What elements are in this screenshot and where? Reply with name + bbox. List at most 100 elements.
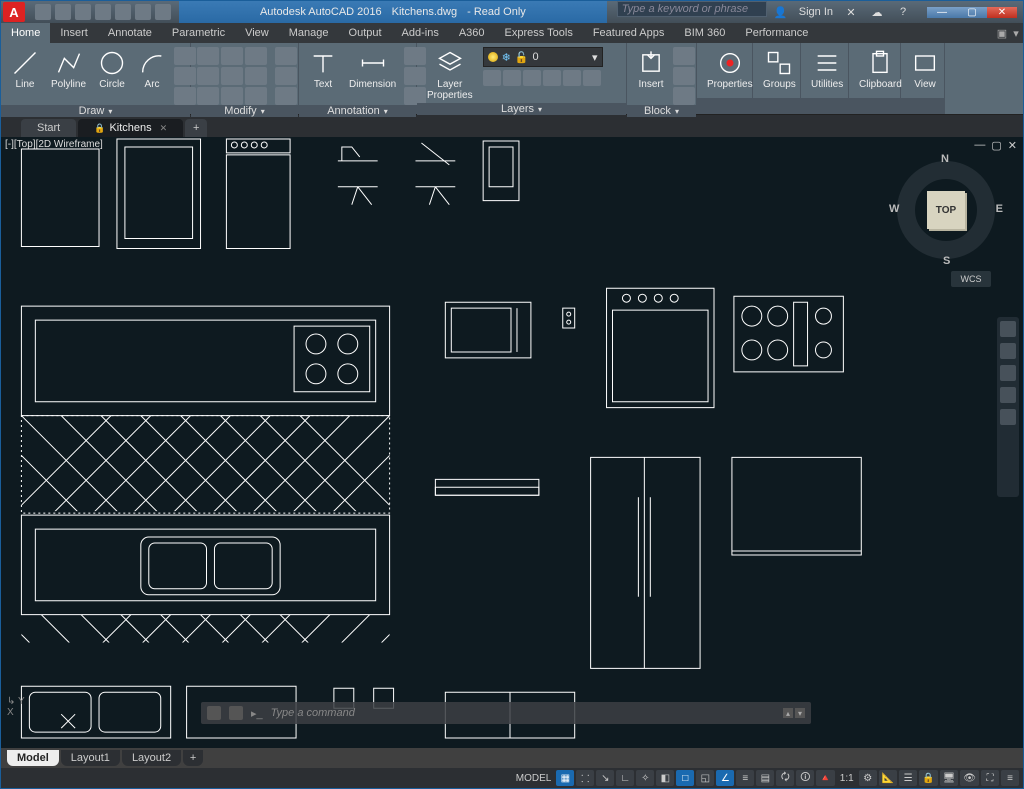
trim-icon[interactable] xyxy=(245,47,267,65)
array-icon[interactable] xyxy=(245,87,267,105)
layer-tool-6[interactable] xyxy=(583,70,601,86)
create-block-icon[interactable] xyxy=(673,47,695,65)
status-hardware-icon[interactable]: 🖥 xyxy=(940,770,959,786)
status-units-icon[interactable]: 📐 xyxy=(879,770,897,786)
layout-model[interactable]: Model xyxy=(7,750,59,766)
status-model[interactable]: MODEL xyxy=(513,770,555,786)
ucs-icon[interactable]: ↳ YX xyxy=(7,696,25,718)
status-polar-icon[interactable]: ✧ xyxy=(636,770,654,786)
scale-icon[interactable] xyxy=(221,87,243,105)
offset-icon[interactable] xyxy=(275,87,297,105)
tab-a360[interactable]: A360 xyxy=(449,23,495,43)
redo-icon[interactable] xyxy=(155,4,171,20)
command-line[interactable]: ▸_ Type a command ▴▾ xyxy=(201,702,811,724)
status-ortho-icon[interactable]: ∟ xyxy=(616,770,634,786)
groups-button[interactable]: Groups xyxy=(759,47,800,92)
save-icon[interactable] xyxy=(75,4,91,20)
dimension-button[interactable]: Dimension xyxy=(345,47,400,92)
status-grid-icon[interactable]: ▦ xyxy=(556,770,574,786)
status-anno-auto-icon[interactable]: 🔺 xyxy=(816,770,834,786)
layout-add[interactable]: + xyxy=(183,750,203,766)
status-lineweight-icon[interactable]: ≡ xyxy=(736,770,754,786)
move-icon[interactable] xyxy=(197,47,219,65)
ribbon-collapse-icon[interactable]: ▣ xyxy=(995,23,1009,43)
tab-manage[interactable]: Manage xyxy=(279,23,339,43)
status-qp-icon[interactable]: ☰ xyxy=(899,770,917,786)
tab-parametric[interactable]: Parametric xyxy=(162,23,235,43)
tab-addins[interactable]: Add-ins xyxy=(392,23,449,43)
mirror-icon[interactable] xyxy=(221,67,243,85)
filetab-start[interactable]: Start xyxy=(21,119,76,137)
layer-tool-5[interactable] xyxy=(563,70,581,86)
erase-icon[interactable] xyxy=(275,47,297,65)
help-search[interactable]: Type a keyword or phrase xyxy=(617,1,767,17)
tab-output[interactable]: Output xyxy=(339,23,392,43)
circle-button[interactable]: Circle xyxy=(94,47,130,92)
cmd-close-icon[interactable] xyxy=(207,706,221,720)
view-button[interactable]: View xyxy=(907,47,943,92)
status-otrack-icon[interactable]: ∠ xyxy=(716,770,734,786)
status-workspace-icon[interactable]: ⚙ xyxy=(859,770,877,786)
layer-tool-4[interactable] xyxy=(543,70,561,86)
clipboard-button[interactable]: Clipboard xyxy=(855,47,906,92)
panel-annotation-expand[interactable] xyxy=(384,105,388,117)
panel-block-expand[interactable] xyxy=(675,105,679,117)
polyline-button[interactable]: Polyline xyxy=(47,47,90,92)
panel-modify-expand[interactable] xyxy=(261,105,265,117)
layer-tool-3[interactable] xyxy=(523,70,541,86)
copy-icon[interactable] xyxy=(197,67,219,85)
properties-button[interactable]: Properties xyxy=(703,47,757,92)
edit-block-icon[interactable] xyxy=(673,67,695,85)
close-tab-icon[interactable]: ✕ xyxy=(160,123,168,134)
status-cleanscreen-icon[interactable]: ⛶ xyxy=(981,770,999,786)
tab-bim360[interactable]: BIM 360 xyxy=(674,23,735,43)
new-icon[interactable] xyxy=(35,4,51,20)
utilities-button[interactable]: Utilities xyxy=(807,47,847,92)
attr-block-icon[interactable] xyxy=(673,87,695,105)
tab-featured[interactable]: Featured Apps xyxy=(583,23,675,43)
cmd-scroll-down[interactable]: ▾ xyxy=(795,708,805,718)
tab-annotate[interactable]: Annotate xyxy=(98,23,162,43)
status-iso-icon[interactable]: ◧ xyxy=(656,770,674,786)
explode-icon[interactable] xyxy=(275,67,297,85)
layout-layout2[interactable]: Layout2 xyxy=(122,750,181,766)
tab-view[interactable]: View xyxy=(235,23,279,43)
status-infer-icon[interactable]: ↘ xyxy=(596,770,614,786)
filetab-add[interactable]: + xyxy=(185,119,207,137)
cmd-scroll-up[interactable]: ▴ xyxy=(783,708,793,718)
tab-express[interactable]: Express Tools xyxy=(495,23,583,43)
layout-layout1[interactable]: Layout1 xyxy=(61,750,120,766)
arc-button[interactable]: Arc xyxy=(134,47,170,92)
status-anno-scale[interactable]: 1:1 xyxy=(837,770,857,786)
layer-tool-1[interactable] xyxy=(483,70,501,86)
window-minimize[interactable]: — xyxy=(927,7,957,18)
filetab-kitchens[interactable]: Kitchens✕ xyxy=(78,119,183,137)
stretch-icon[interactable] xyxy=(197,87,219,105)
status-snap-icon[interactable]: ⸬ xyxy=(576,770,594,786)
window-close[interactable]: ✕ xyxy=(987,7,1017,18)
status-transparency-icon[interactable]: ▤ xyxy=(756,770,774,786)
autodesk-account-icon[interactable]: 👤 xyxy=(773,4,789,20)
panel-draw-expand[interactable] xyxy=(108,105,112,117)
panel-layers-expand[interactable] xyxy=(538,103,542,115)
stay-connected-icon[interactable]: ☁ xyxy=(869,4,885,20)
layer-dropdown[interactable]: ❄🔓0▾ xyxy=(483,47,603,67)
status-3dosnap-icon[interactable]: ◱ xyxy=(696,770,714,786)
ribbon-help-icon[interactable]: ▾ xyxy=(1009,23,1023,43)
cmd-recent-icon[interactable] xyxy=(229,706,243,720)
status-anno-monitor-icon[interactable]: 🛈 xyxy=(796,770,814,786)
fillet-icon[interactable] xyxy=(245,67,267,85)
exchange-apps-icon[interactable]: ✕ xyxy=(843,4,859,20)
status-isolate-icon[interactable]: 👁 xyxy=(960,770,979,786)
text-button[interactable]: Text xyxy=(305,47,341,92)
layer-tool-2[interactable] xyxy=(503,70,521,86)
insert-block-button[interactable]: Insert xyxy=(633,47,669,92)
status-lock-icon[interactable]: 🔒 xyxy=(919,770,937,786)
status-customize-icon[interactable]: ≡ xyxy=(1001,770,1019,786)
window-maximize[interactable]: ▢ xyxy=(957,7,987,18)
layer-properties-button[interactable]: Layer Properties xyxy=(423,47,477,103)
line-button[interactable]: Line xyxy=(7,47,43,92)
rotate-icon[interactable] xyxy=(221,47,243,65)
status-cycle-icon[interactable]: 🗘 xyxy=(776,770,794,786)
tab-home[interactable]: Home xyxy=(1,23,50,43)
